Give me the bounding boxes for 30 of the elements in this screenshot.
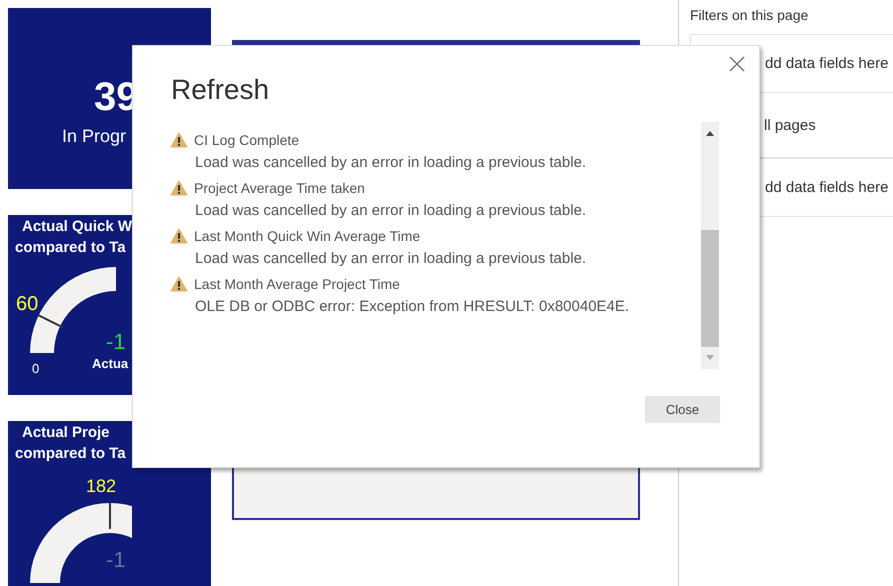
kpi-label: In Progr bbox=[62, 126, 126, 147]
warning-icon bbox=[170, 228, 188, 244]
table-name: Last Month Quick Win Average Time bbox=[194, 228, 420, 244]
scrollbar[interactable] bbox=[701, 122, 719, 369]
target-value: 60 bbox=[16, 293, 38, 316]
target-value: 182 bbox=[86, 476, 116, 498]
table-name: Last Month Average Project Time bbox=[194, 276, 400, 292]
filters-heading: Filters on this page bbox=[690, 7, 810, 23]
warning-icon bbox=[170, 132, 188, 148]
gauge-value: -1 bbox=[106, 547, 126, 574]
close-icon[interactable] bbox=[729, 56, 745, 72]
gauge-title: Actual Proje bbox=[22, 423, 110, 444]
warning-icon bbox=[170, 276, 188, 292]
gauge-title: compared to Ta bbox=[15, 238, 126, 258]
gauge-value-label: Actua bbox=[92, 356, 128, 372]
warning-icon bbox=[170, 180, 188, 196]
error-message: Load was cancelled by an error in loading a previous table. bbox=[195, 250, 588, 267]
table-name: Project Average Time taken bbox=[194, 180, 365, 196]
scroll-up-icon[interactable] bbox=[705, 130, 715, 136]
error-message: Load was cancelled by an error in loading a previous table. bbox=[195, 202, 588, 219]
section-heading: ll pages bbox=[764, 116, 816, 134]
min-value: 0 bbox=[32, 361, 40, 376]
table-name: CI Log Complete bbox=[194, 132, 300, 148]
error-message: Load was cancelled by an error in loading a previous table. bbox=[195, 154, 588, 171]
gauge-value: -1 bbox=[106, 329, 126, 356]
close-button[interactable]: Close bbox=[645, 396, 720, 423]
error-message: OLE DB or ODBC error: Exception from HRESULT: 0x80040E4E. bbox=[195, 298, 630, 315]
dialog-title: Refresh bbox=[171, 74, 270, 106]
gauge-title: Actual Quick W bbox=[22, 217, 132, 238]
gauge-title: compared to Ta bbox=[15, 444, 126, 464]
